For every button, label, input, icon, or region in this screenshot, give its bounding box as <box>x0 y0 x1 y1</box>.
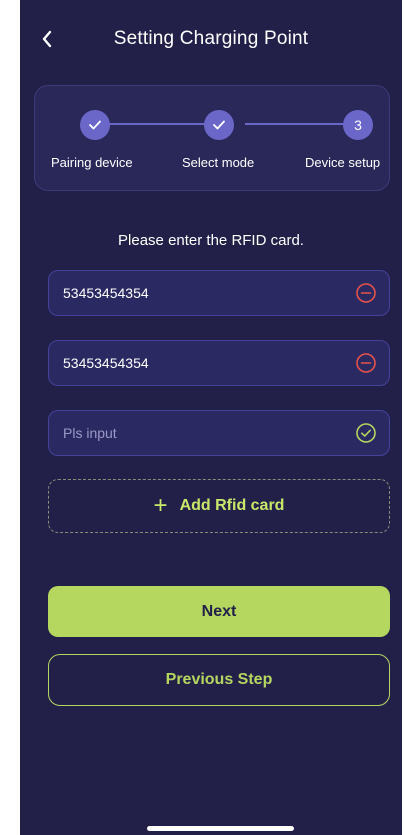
page-title: Setting Charging Point <box>113 28 309 49</box>
new-rfid-placeholder: Pls input <box>63 425 117 441</box>
previous-step-button[interactable]: Previous Step <box>48 654 390 706</box>
step-2-label: Select mode <box>182 155 255 170</box>
rfid-card-field[interactable]: 53453454354 <box>48 340 390 386</box>
step-1-marker <box>80 110 110 140</box>
add-rfid-card-button[interactable]: + Add Rfid card <box>48 479 390 533</box>
rfid-card-value: 53453454354 <box>63 355 149 371</box>
step-3-marker: 3 <box>343 110 373 140</box>
step-2-marker <box>204 110 234 140</box>
home-indicator[interactable] <box>147 826 294 831</box>
new-rfid-input[interactable]: Pls input <box>48 410 390 456</box>
header: Setting Charging Point <box>20 20 402 60</box>
plus-icon: + <box>153 492 168 519</box>
app-screen: Setting Charging Point 3 Pairing device … <box>20 0 402 835</box>
next-button[interactable]: Next <box>48 586 390 637</box>
remove-circle-icon[interactable] <box>355 282 377 304</box>
confirm-check-icon[interactable] <box>355 422 377 444</box>
check-icon <box>213 120 225 130</box>
rfid-card-value: 53453454354 <box>63 285 149 301</box>
progress-stepper: 3 Pairing device Select mode Device setu… <box>34 85 390 191</box>
step-3-label: Device setup <box>305 155 381 170</box>
add-rfid-card-label: Add Rfid card <box>179 497 285 514</box>
remove-circle-icon[interactable] <box>355 352 377 374</box>
check-icon <box>89 120 101 130</box>
rfid-prompt: Please enter the RFID card. <box>118 232 304 249</box>
step-1-label: Pairing device <box>51 155 133 170</box>
rfid-card-field[interactable]: 53453454354 <box>48 270 390 316</box>
